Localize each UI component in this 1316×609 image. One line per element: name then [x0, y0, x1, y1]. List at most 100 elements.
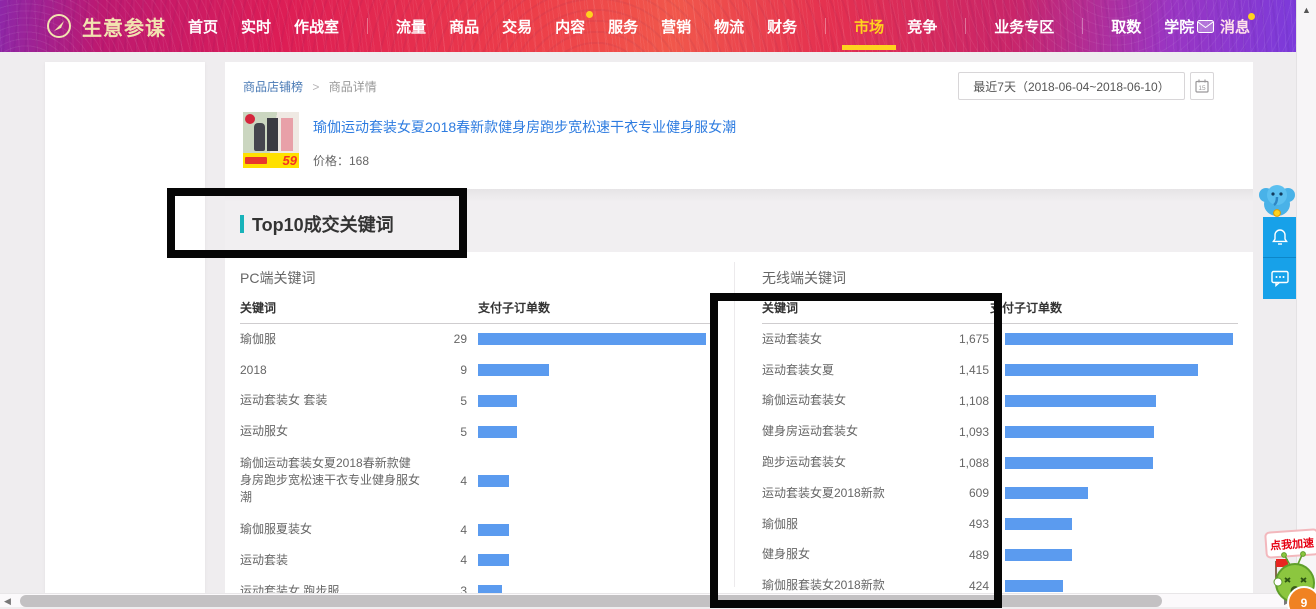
keyword-cell: 瑜伽服	[762, 513, 952, 536]
table-row: 运动服女5	[240, 416, 710, 447]
keyword-cell: 2018	[240, 359, 430, 382]
date-range-selector[interactable]: 最近7天（2018-06-04~2018-06-10）	[958, 72, 1185, 100]
elephant-mascot-icon[interactable]	[1258, 182, 1296, 219]
bar	[478, 524, 509, 536]
column-divider	[734, 262, 735, 587]
thumb-garment-dark	[267, 118, 278, 151]
table-row: 瑜伽运动套装女夏2018春新款健身房跑步宽松速干衣专业健身服女潮 4	[240, 447, 710, 514]
table-row: 瑜伽服493	[762, 509, 1238, 540]
table-row: 健身房运动套装女1,093	[762, 416, 1238, 447]
product-price: 价格：168	[313, 152, 369, 169]
alerts-button[interactable]	[1263, 217, 1296, 258]
nav-item[interactable]: 取数	[1111, 16, 1141, 37]
bar	[1005, 426, 1154, 438]
table-header-row: 关键词 支付子订单数	[762, 292, 1238, 324]
breadcrumb-link-rank[interactable]: 商品店铺榜	[243, 80, 303, 94]
order-count-cell: 4	[430, 553, 467, 567]
nav-item[interactable]: 实时	[241, 16, 271, 37]
orders-column-header: 支付子订单数	[478, 299, 550, 316]
nav-item[interactable]: 首页	[188, 16, 218, 37]
scroll-up-arrow-icon[interactable]: ▲	[1297, 0, 1316, 15]
notification-dot	[1248, 13, 1255, 20]
thumb-figure	[254, 123, 265, 151]
keyword-cell: 运动套装女夏2018新款	[762, 482, 952, 505]
order-count-cell: 9	[430, 363, 467, 377]
svg-text:15: 15	[1198, 85, 1206, 92]
section-header-band: Top10成交关键词	[225, 189, 1253, 252]
order-count-cell: 609	[952, 486, 989, 500]
nav-item[interactable]: 市场	[854, 16, 884, 37]
product-title-link[interactable]: 瑜伽运动套装女夏2018春新款健身房跑步宽松速干衣专业健身服女潮	[313, 117, 736, 137]
app-brand[interactable]: 生意参谋	[46, 12, 166, 41]
feedback-chat-button[interactable]	[1263, 258, 1296, 299]
nav-item[interactable]: 学院	[1164, 16, 1194, 37]
order-count-cell: 29	[430, 332, 467, 346]
nav-separator	[367, 18, 368, 34]
nav-item[interactable]: 流量	[396, 16, 426, 37]
order-count-cell: 4	[430, 474, 467, 488]
calendar-button[interactable]: 15	[1190, 72, 1214, 100]
bar	[1005, 333, 1233, 345]
nav-item[interactable]: 作战室	[294, 16, 339, 37]
product-thumbnail[interactable]: 59	[243, 112, 299, 168]
nav-item[interactable]: 商品	[449, 16, 479, 37]
table-row: 健身服女489	[762, 540, 1238, 571]
breadcrumb: 商品店铺榜 > 商品详情	[243, 78, 377, 95]
keyword-cell: 运动套装女	[762, 328, 952, 351]
keyword-cell: 健身房运动套装女	[762, 420, 952, 443]
nav-item[interactable]: 业务专区	[994, 16, 1054, 37]
table-row: 运动套装女夏2018新款609	[762, 478, 1238, 509]
keyword-cell: 运动套装女 套装	[240, 389, 430, 412]
nav-menu: 首页 实时 作战室 流量 商品 交易 内容 服务 营销 物流 财务 市场 竞争 业务专区 取数 学院	[188, 16, 1194, 37]
table-row: 运动套装女夏1,415	[762, 355, 1238, 386]
order-count-cell: 1,088	[952, 456, 989, 470]
product-header-panel: 商品店铺榜 > 商品详情 59 瑜伽运动套装女夏2018春新款健身房跑步宽松速干…	[225, 62, 1253, 189]
bell-icon	[1271, 228, 1289, 246]
horizontal-scrollbar[interactable]: ◀ ▶	[0, 593, 1296, 607]
bar	[478, 426, 517, 438]
pc-keyword-table: 关键词 支付子订单数 瑜伽服2920189运动套装女 套装5运动服女5瑜伽运动套…	[240, 292, 710, 593]
bar	[1005, 395, 1156, 407]
order-count-cell: 489	[952, 548, 989, 562]
keyword-cell: 瑜伽运动套装女夏2018春新款健身房跑步宽松速干衣专业健身服女潮	[240, 447, 422, 514]
bar	[478, 364, 549, 376]
nav-item[interactable]: 物流	[714, 16, 744, 37]
nav-item[interactable]: 内容	[555, 16, 585, 37]
app-title: 生意参谋	[82, 12, 166, 41]
bar	[478, 333, 706, 345]
scroll-left-arrow-icon[interactable]: ◀	[4, 595, 11, 607]
nav-separator	[1082, 18, 1083, 34]
bar	[478, 585, 502, 593]
order-count-cell: 493	[952, 517, 989, 531]
horizontal-scrollbar-thumb[interactable]	[20, 595, 1162, 607]
nav-item[interactable]: 财务	[767, 16, 797, 37]
vertical-scrollbar[interactable]: ▲	[1296, 0, 1316, 609]
breadcrumb-separator: >	[312, 80, 319, 94]
order-count-cell: 424	[952, 579, 989, 593]
table-row: 瑜伽服29	[240, 324, 710, 355]
order-count-cell: 1,675	[952, 332, 989, 346]
bar	[478, 554, 509, 566]
messages-label: 消息	[1220, 16, 1250, 37]
bar	[1005, 518, 1072, 530]
bar	[1005, 549, 1072, 561]
thumb-red-label	[245, 157, 267, 164]
notification-dot	[586, 11, 593, 18]
keyword-column-header: 关键词	[240, 299, 478, 316]
wireless-column-title: 无线端关键词	[762, 268, 846, 288]
nav-item[interactable]: 服务	[608, 16, 638, 37]
order-count-cell: 1,093	[952, 425, 989, 439]
bar	[1005, 457, 1153, 469]
nav-separator	[965, 18, 966, 34]
wireless-keyword-table: 关键词 支付子订单数 运动套装女1,675运动套装女夏1,415瑜伽运动套装女1…	[762, 292, 1238, 593]
nav-item[interactable]: 交易	[502, 16, 532, 37]
table-row: 20189	[240, 355, 710, 386]
keyword-cell: 运动套装女夏	[762, 359, 952, 382]
order-count-cell: 4	[430, 523, 467, 537]
nav-item[interactable]: 竞争	[907, 16, 937, 37]
nav-item[interactable]: 营销	[661, 16, 691, 37]
thumb-price: 59	[283, 153, 297, 168]
nav-item-messages[interactable]: 消息	[1197, 0, 1250, 52]
table-row: 运动套装女 跑步服3	[240, 576, 710, 593]
keyword-cell: 跑步运动套装女	[762, 451, 952, 474]
